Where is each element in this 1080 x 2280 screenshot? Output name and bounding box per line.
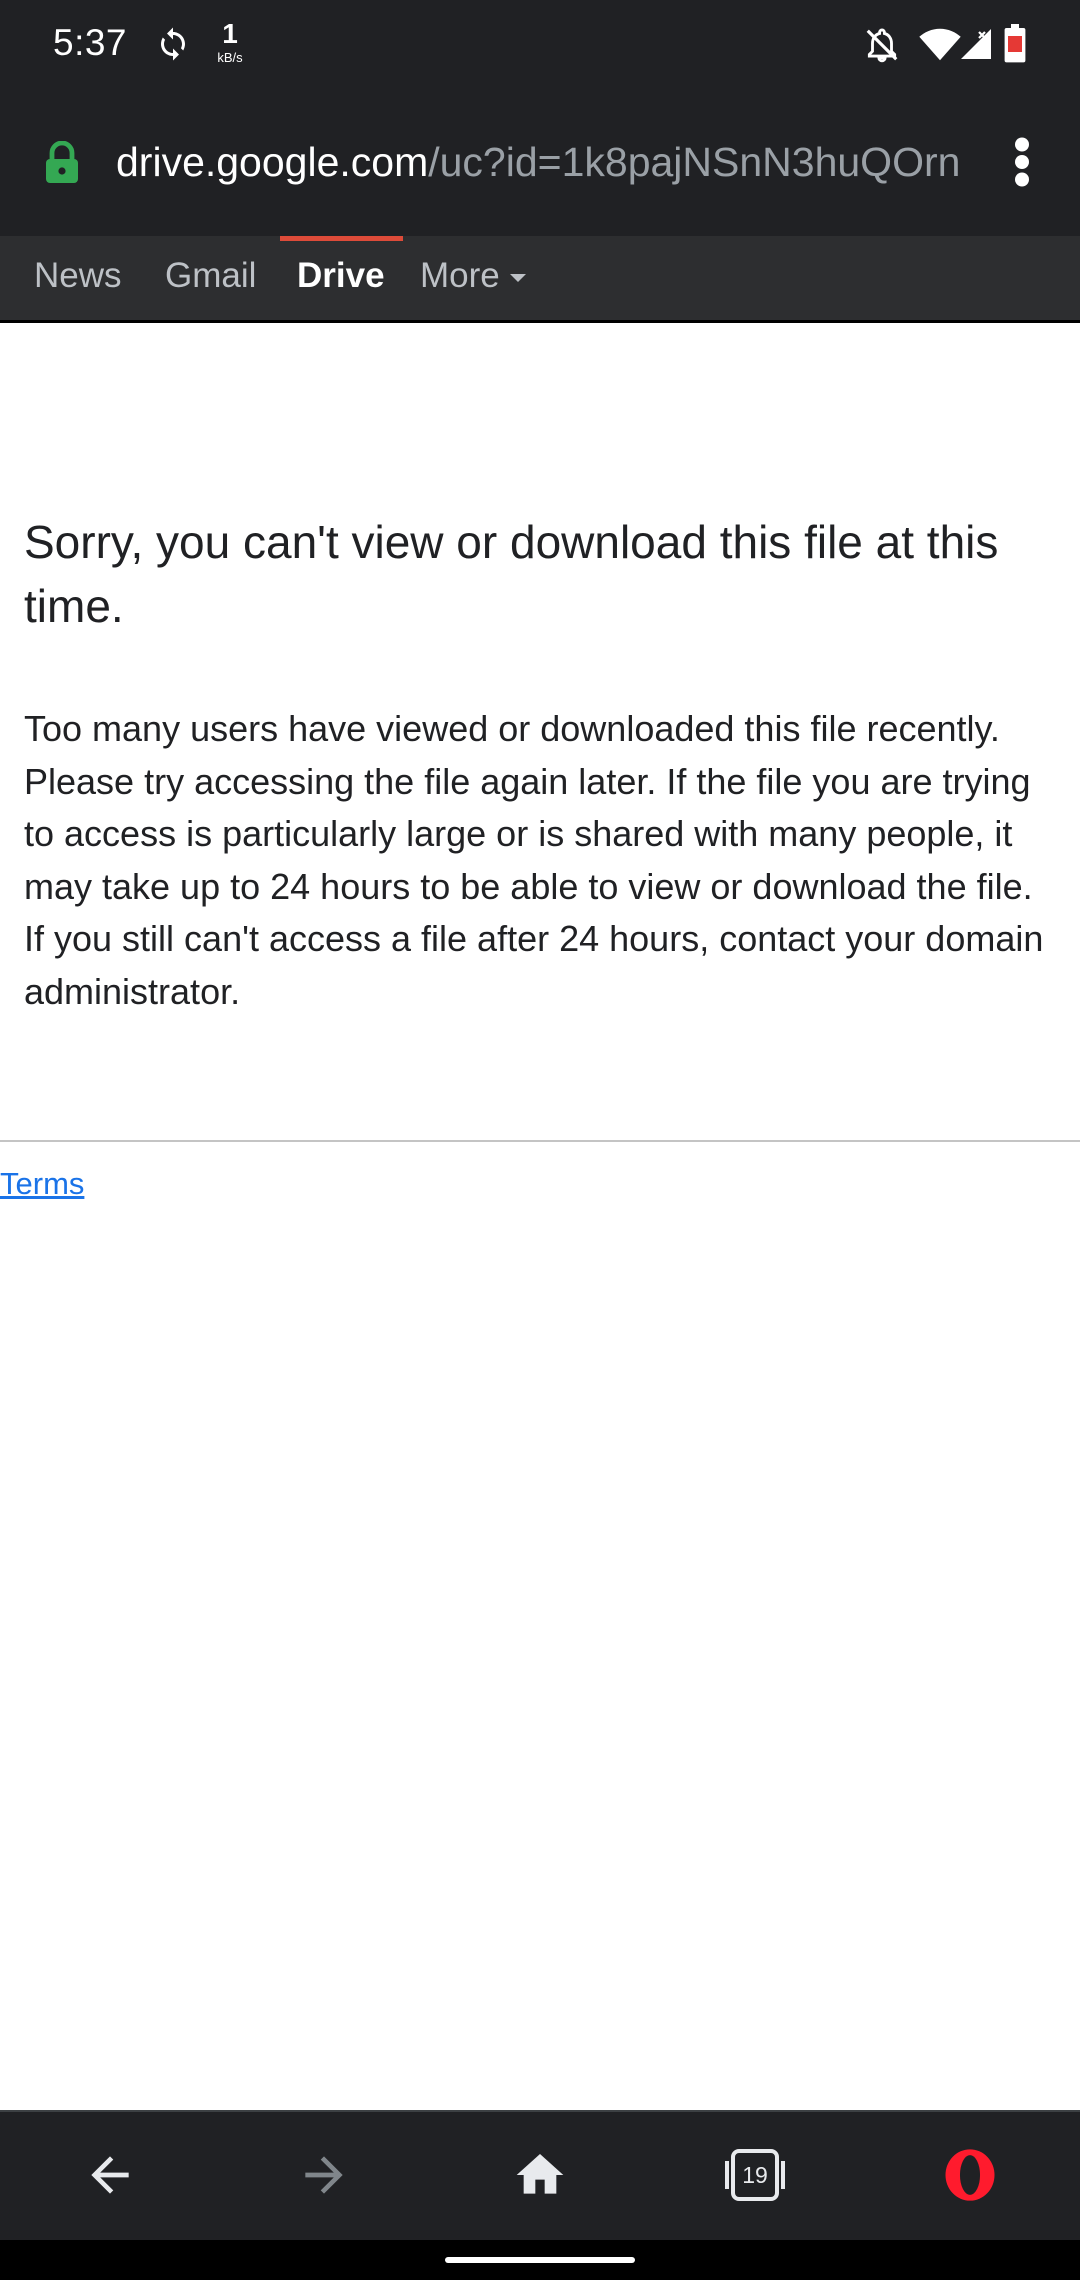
back-icon[interactable] (82, 2147, 138, 2208)
tabs-count: 19 (742, 2162, 768, 2188)
google-bar-gmail[interactable]: Gmail (165, 256, 256, 296)
network-speed-unit: kB/s (217, 50, 243, 65)
forward-icon[interactable] (296, 2147, 352, 2208)
notifications-off-icon (863, 26, 901, 69)
tabs-icon[interactable]: 19 (725, 2147, 785, 2203)
google-bar: News Gmail Drive More (0, 236, 1080, 323)
divider (0, 1140, 1080, 1142)
network-speed: 1 kB/s (210, 18, 250, 65)
battery-icon (1003, 24, 1027, 69)
network-speed-value: 1 (222, 18, 238, 49)
more-vert-icon[interactable] (1012, 137, 1032, 192)
active-tab-indicator (280, 236, 403, 241)
google-bar-drive[interactable]: Drive (297, 256, 385, 296)
google-bar-more[interactable]: More (420, 256, 526, 296)
status-bar: 5:37 1 kB/s (0, 0, 1080, 95)
url-bar: drive.google.com/uc?id=1k8pajNSnN3huQOrn (0, 95, 1080, 236)
google-bar-more-label: More (420, 256, 500, 295)
google-bar-news[interactable]: News (34, 256, 122, 296)
sync-icon (155, 26, 191, 67)
system-navigation-bar (0, 2240, 1080, 2280)
caret-down-icon (509, 273, 526, 282)
home-gesture-handle[interactable] (445, 2257, 635, 2263)
address-field[interactable]: drive.google.com/uc?id=1k8pajNSnN3huQOrn (116, 139, 978, 186)
home-icon[interactable] (512, 2147, 568, 2208)
browser-bottom-bar: 19 (0, 2110, 1080, 2242)
opera-menu-icon[interactable] (942, 2147, 998, 2208)
error-title: Sorry, you can't view or download this f… (24, 516, 999, 632)
terms-link[interactable]: Terms (0, 1166, 84, 1202)
signal-icon (958, 26, 994, 67)
status-time: 5:37 (53, 22, 128, 63)
wifi-icon (918, 26, 962, 67)
url-domain: drive.google.com (116, 139, 429, 185)
error-body: Too many users have viewed or downloaded… (24, 708, 1044, 1012)
error-message: Sorry, you can't view or download this f… (24, 510, 1056, 1018)
lock-icon (44, 140, 80, 190)
url-path: /uc?id=1k8pajNSnN3huQOrn (428, 139, 961, 185)
